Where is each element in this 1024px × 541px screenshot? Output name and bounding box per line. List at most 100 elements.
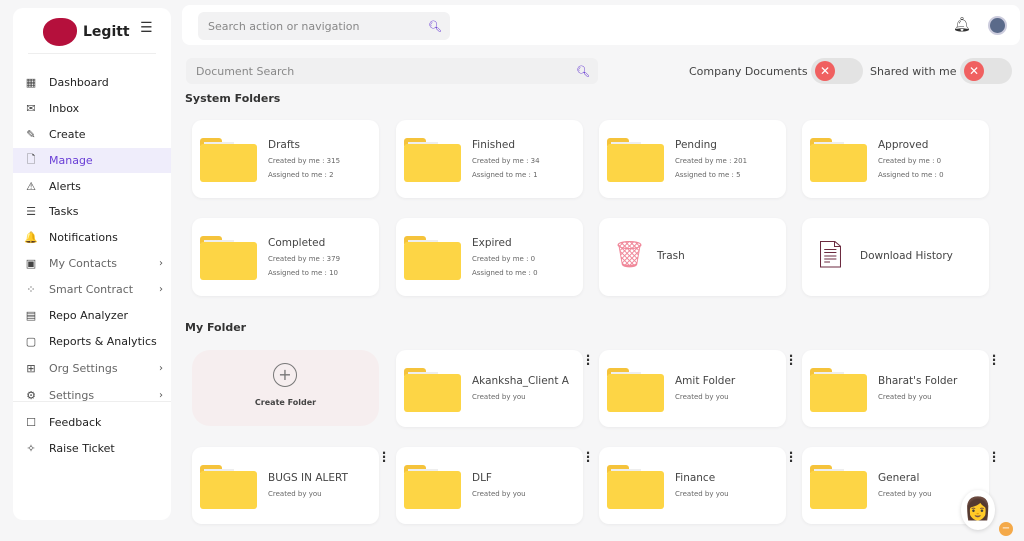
more-options-icon[interactable]: · · · (381, 447, 387, 467)
folder-name: Bharat's Folder (878, 375, 958, 387)
sidebar-item-my-contacts[interactable]: ▣ My Contacts › (13, 251, 171, 276)
system-folder-pending[interactable]: Pending Created by me : 201 Assigned to me… (599, 120, 786, 198)
logo[interactable]: Legitt (43, 18, 130, 46)
folder-icon (607, 465, 664, 509)
more-options-icon[interactable]: · · · (788, 447, 794, 467)
chevron-right-icon: › (159, 284, 163, 295)
created-count: Created by me : 315 (268, 157, 341, 165)
folder-card[interactable]: Finance Created by you · · · (599, 447, 793, 524)
assigned-count: Assigned to me : 5 (675, 171, 741, 179)
chevron-right-icon: › (159, 258, 163, 269)
alerts-icon: ⚠ (26, 180, 36, 193)
sidebar-item-label: Repo Analyzer (49, 309, 128, 322)
sidebar-item-dashboard[interactable]: ▦ Dashboard (13, 70, 171, 95)
folder-icon (810, 465, 867, 509)
system-folder-drafts[interactable]: Drafts Created by me : 315 Assigned to me … (192, 120, 379, 198)
sidebar-item-label: Org Settings (49, 362, 118, 375)
system-folder-download-history[interactable]: 📄︎ Download History (802, 218, 989, 296)
system-folder-expired[interactable]: Expired Created by me : 0 Assigned to me :… (396, 218, 583, 296)
sidebar-item-notifications[interactable]: 🔔 Notifications (13, 225, 171, 250)
my-folder-title: My Folder (185, 321, 247, 334)
folder-card[interactable]: BUGS IN ALERT Created by you · · · (192, 447, 386, 524)
sidebar-item-tasks[interactable]: ☰ Tasks (13, 199, 171, 224)
company-documents-label: Company Documents (689, 65, 808, 78)
contacts-icon: ▣ (25, 257, 37, 270)
repo-analyzer-icon: ▤ (25, 309, 37, 322)
folder-name: Download History (860, 250, 953, 262)
folder-icon (200, 465, 257, 509)
sidebar-item-repo-analyzer[interactable]: ▤ Repo Analyzer (13, 303, 171, 328)
folder-card[interactable]: Akanksha_Client A Created by you · · · (396, 350, 590, 427)
sidebar-item-org-settings[interactable]: ⊞ Org Settings › (13, 356, 171, 381)
sidebar-item-label: Manage (49, 154, 93, 167)
folder-icon (810, 138, 867, 182)
folder-name: Finished (472, 139, 516, 151)
created-count: Created by me : 201 (675, 157, 748, 165)
folder-name: DLF (472, 472, 492, 484)
create-folder-label: Create Folder (254, 398, 317, 407)
more-options-icon[interactable]: · · · (991, 350, 997, 370)
sidebar-item-label: Dashboard (49, 76, 109, 89)
more-options-icon[interactable]: · · · (991, 447, 997, 467)
folder-owner: Created by you (878, 393, 932, 401)
manage-icon: 🗋 (26, 153, 36, 166)
close-icon: ✕ (815, 61, 835, 81)
folder-card[interactable]: Amit Folder Created by you · · · (599, 350, 793, 427)
folder-owner: Created by you (878, 490, 932, 498)
assistant-avatar-button[interactable]: 👩 (961, 490, 995, 530)
folder-icon (404, 138, 461, 182)
sidebar-item-label: Alerts (49, 180, 81, 193)
sidebar-item-label: My Contacts (49, 257, 118, 270)
create-folder-button[interactable]: + Create Folder (192, 350, 379, 426)
document-search-input[interactable]: Document Search 🔍︎ (186, 58, 598, 84)
folder-name: Amit Folder (675, 375, 736, 387)
sidebar-item-raise-ticket[interactable]: ✧ Raise Ticket (13, 436, 171, 461)
feedback-icon: ☐ (26, 416, 36, 429)
sidebar-item-manage[interactable]: 🗋 Manage (13, 148, 171, 173)
more-options-icon[interactable]: · · · (585, 447, 591, 467)
folder-name: Akanksha_Client A (472, 375, 569, 387)
brand-name: Legitt (83, 24, 130, 40)
created-count: Created by me : 379 (268, 255, 341, 263)
created-count: Created by me : 34 (472, 157, 540, 165)
tasks-icon: ☰ (26, 205, 36, 218)
notification-bell-icon[interactable]: 🔔︎ (953, 17, 971, 33)
more-options-icon[interactable]: · · · (585, 350, 591, 370)
assigned-count: Assigned to me : 2 (268, 171, 334, 179)
minimize-icon[interactable]: − (999, 522, 1013, 536)
system-folder-trash[interactable]: 🗑︎ Trash (599, 218, 786, 296)
search-icon[interactable]: 🔍︎ (428, 20, 442, 33)
sidebar-item-label: Create (49, 128, 86, 141)
system-folder-approved[interactable]: Approved Created by me : 0 Assigned to me … (802, 120, 989, 198)
folder-card[interactable]: DLF Created by you · · · (396, 447, 590, 524)
global-search-input[interactable]: Search action or navigation 🔍︎ (198, 12, 450, 40)
folder-card[interactable]: Bharat's Folder Created by you · · · (802, 350, 996, 427)
folder-icon (404, 236, 461, 280)
search-icon[interactable]: 🔍︎ (576, 65, 590, 78)
folder-name: General (878, 472, 920, 484)
folder-icon (200, 236, 257, 280)
system-folder-finished[interactable]: Finished Created by me : 34 Assigned to me… (396, 120, 583, 198)
folder-icon (607, 368, 664, 412)
avatar[interactable] (988, 16, 1007, 35)
assigned-count: Assigned to me : 0 (472, 269, 538, 277)
created-count: Created by me : 0 (472, 255, 536, 263)
shared-with-me-toggle[interactable]: ✕ (960, 58, 1012, 84)
system-folder-completed[interactable]: Completed Created by me : 379 Assigned to … (192, 218, 379, 296)
sidebar-item-alerts[interactable]: ⚠ Alerts (13, 174, 171, 199)
document-search-placeholder: Document Search (196, 64, 295, 78)
folder-icon (810, 368, 867, 412)
sidebar-item-feedback[interactable]: ☐ Feedback (13, 410, 171, 435)
close-icon: ✕ (964, 61, 984, 81)
menu-icon[interactable]: ☰ (140, 20, 153, 36)
sidebar-item-smart-contract[interactable]: ⁘ Smart Contract › (13, 277, 171, 302)
folder-icon (200, 138, 257, 182)
create-icon: ✎ (26, 128, 36, 141)
sidebar-item-reports-analytics[interactable]: ▢ Reports & Analytics (13, 329, 171, 354)
sidebar-item-inbox[interactable]: ✉ Inbox (13, 96, 171, 121)
more-options-icon[interactable]: · · · (788, 350, 794, 370)
sidebar-item-create[interactable]: ✎ Create (13, 122, 171, 147)
folder-owner: Created by you (472, 393, 526, 401)
sidebar-item-settings[interactable]: ⚙ Settings › (13, 383, 171, 408)
company-documents-toggle[interactable]: ✕ (811, 58, 863, 84)
